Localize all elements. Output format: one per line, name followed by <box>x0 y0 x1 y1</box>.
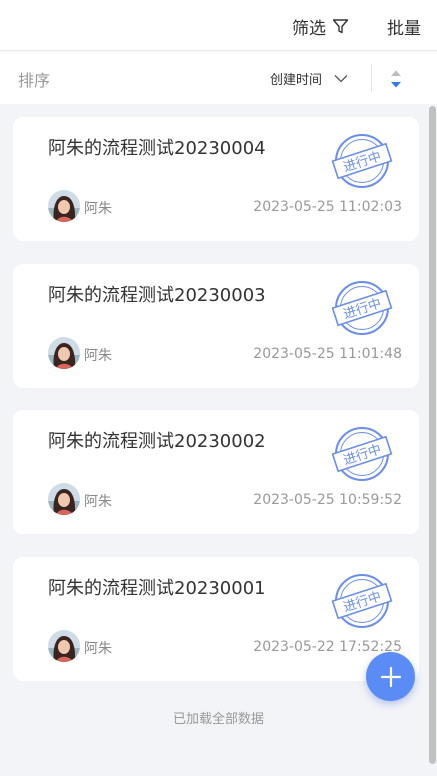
top-toolbar: 筛选 批量 <box>0 0 437 51</box>
status-stamp: 进行中 <box>329 424 395 484</box>
record-title: 阿朱的流程测试20230002 <box>48 431 266 452</box>
sort-order-icon <box>391 70 401 88</box>
avatar <box>48 337 80 369</box>
record-time: 2023-05-25 11:02:03 <box>253 199 402 215</box>
sort-label: 排序 <box>18 71 51 90</box>
batch-label: 批量 <box>387 18 421 39</box>
list-item[interactable]: 阿朱的流程测试20230002 进行中 阿朱 2023-05-25 10:59:… <box>13 410 419 534</box>
sort-bar: 排序 创建时间 <box>0 52 437 104</box>
scrollbar[interactable] <box>429 106 436 764</box>
funnel-icon <box>332 18 349 33</box>
status-stamp: 进行中 <box>329 131 395 191</box>
record-author: 阿朱 <box>84 641 112 657</box>
filter-button[interactable]: 筛选 <box>292 13 349 39</box>
add-button[interactable] <box>366 652 415 701</box>
status-stamp: 进行中 <box>329 571 395 631</box>
sort-field-select[interactable]: 创建时间 <box>270 69 348 88</box>
record-time: 2023-05-22 17:52:25 <box>253 639 402 655</box>
sort-field-value: 创建时间 <box>270 73 323 88</box>
record-author: 阿朱 <box>84 494 112 510</box>
record-title: 阿朱的流程测试20230004 <box>48 138 266 159</box>
loaded-all-text: 已加载全部数据 <box>172 712 264 727</box>
chevron-down-icon <box>334 75 348 83</box>
sort-order-toggle[interactable] <box>389 67 403 91</box>
status-stamp: 进行中 <box>329 278 395 338</box>
record-author: 阿朱 <box>84 201 112 217</box>
list-item[interactable]: 阿朱的流程测试20230001 进行中 阿朱 2023-05-22 17:52:… <box>13 557 419 681</box>
record-time: 2023-05-25 10:59:52 <box>253 492 402 508</box>
avatar <box>48 483 80 515</box>
batch-button[interactable]: 批量 <box>387 13 421 39</box>
plus-icon <box>380 666 401 687</box>
avatar <box>48 190 80 222</box>
list-item[interactable]: 阿朱的流程测试20230004 进行中 阿朱 2023-05-25 11:02:… <box>13 117 419 241</box>
avatar <box>48 630 80 662</box>
filter-label: 筛选 <box>292 18 326 39</box>
sort-divider <box>371 64 372 92</box>
record-time: 2023-05-25 11:01:48 <box>253 346 402 362</box>
record-author: 阿朱 <box>84 348 112 364</box>
list-item[interactable]: 阿朱的流程测试20230003 进行中 阿朱 2023-05-25 11:01:… <box>13 264 419 388</box>
record-title: 阿朱的流程测试20230001 <box>48 578 266 599</box>
record-title: 阿朱的流程测试20230003 <box>48 285 266 306</box>
